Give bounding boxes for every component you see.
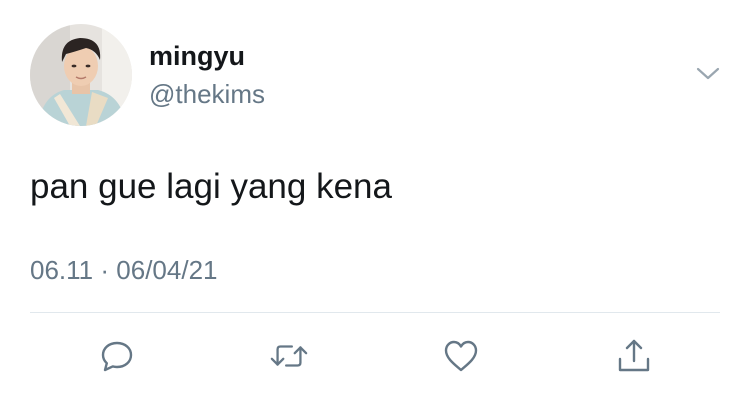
timestamp[interactable]: 06.11 · 06/04/21 (30, 254, 218, 286)
divider (30, 312, 720, 313)
heart-icon (444, 340, 478, 372)
username-handle[interactable]: @thekims (149, 78, 265, 110)
share-icon (618, 339, 650, 372)
avatar-image (30, 24, 132, 126)
action-bar (0, 336, 750, 376)
reply-button[interactable] (97, 336, 137, 376)
tweet-card: mingyu @thekims pan gue lagi yang kena 0… (0, 0, 750, 401)
display-name[interactable]: mingyu (149, 40, 245, 72)
chevron-down-icon[interactable] (693, 62, 723, 86)
tweet-text: pan gue lagi yang kena (30, 167, 392, 206)
retweet-icon (270, 345, 308, 367)
like-button[interactable] (441, 336, 481, 376)
tweet-date: 06/04/21 (116, 255, 218, 285)
avatar[interactable] (30, 24, 132, 126)
timestamp-separator: · (100, 255, 110, 285)
reply-icon (101, 341, 133, 372)
retweet-button[interactable] (269, 336, 309, 376)
tweet-time: 06.11 (30, 255, 94, 285)
share-button[interactable] (614, 336, 654, 376)
